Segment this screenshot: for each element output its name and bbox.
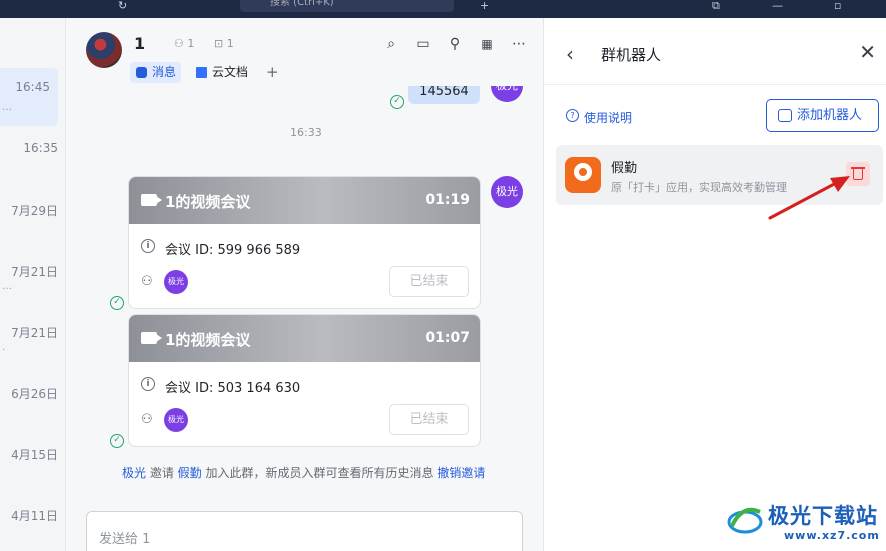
tab-messages[interactable]: 消息: [130, 62, 182, 83]
message-area: 145564 极光 ✓ 16:33 极光 1的视频会议 01:19 i 会议 I…: [66, 86, 543, 506]
read-check-icon: ✓: [110, 296, 124, 310]
conversation-time: 7月29日: [11, 204, 58, 218]
back-arrow-icon[interactable]: ‹: [566, 42, 574, 66]
question-icon: ?: [566, 109, 579, 122]
conversation-preview: …: [2, 102, 12, 113]
participants-icon: ⚇: [141, 412, 153, 427]
meeting-card-header: 1的视频会议 01:19: [129, 177, 480, 224]
help-link[interactable]: ? 使用说明: [566, 109, 632, 126]
sender-avatar[interactable]: 极光: [491, 86, 523, 102]
input-placeholder: 发送给 1: [99, 532, 151, 547]
conversation-time: 7月21日: [11, 265, 58, 279]
meeting-id: 会议 ID: 599 966 589: [165, 243, 301, 258]
calendar-icon[interactable]: ▦: [478, 35, 496, 53]
conversation-list: 16:45 … 16:35 7月29日 7月21日 … 7月21日 . 6月26…: [0, 18, 66, 551]
meeting-card[interactable]: 1的视频会议 01:19 i 会议 ID: 599 966 589 ⚇ 极光 已…: [128, 176, 481, 309]
conversation-time: 4月11日: [11, 509, 58, 523]
watermark-url: www.xz7.com: [784, 529, 880, 542]
robot-icon: ⊡: [214, 37, 224, 50]
video-camera-icon: [141, 194, 162, 206]
robot-icon: [778, 109, 792, 122]
timestamp: 16:33: [290, 126, 322, 139]
watermark-logo-icon: [727, 507, 763, 534]
target-link[interactable]: 假勤: [178, 466, 202, 480]
doc-icon: [196, 67, 207, 78]
conversation-preview: .: [2, 342, 6, 353]
app-window: ↻ 搜索 (Ctrl+K) + ⧉ — ▫ 16:45 … 16:35 7月29…: [0, 0, 886, 551]
conversation-item[interactable]: 7月21日 .: [0, 312, 66, 370]
video-icon[interactable]: ▭: [414, 35, 432, 53]
search-bar[interactable]: 搜索 (Ctrl+K): [240, 0, 454, 12]
meeting-ended-button: 已结束: [389, 266, 469, 297]
meeting-duration: 01:07: [425, 330, 470, 346]
conversation-item[interactable]: 4月11日: [0, 495, 66, 551]
maximize-icon[interactable]: ▫: [834, 0, 841, 12]
add-member-icon[interactable]: ⚲: [446, 35, 464, 53]
search-icon[interactable]: ⌕: [382, 35, 400, 53]
conversation-item[interactable]: 6月26日: [0, 373, 66, 431]
conversation-time: 6月26日: [11, 387, 58, 401]
meeting-duration: 01:19: [425, 192, 470, 208]
conversation-time: 16:35: [23, 141, 58, 155]
add-tab-button[interactable]: +: [266, 63, 279, 81]
members-icon: ⚇: [174, 37, 184, 50]
chat-header: 1 ⚇ 1 ⊡ 1 消息 云文档 + ⌕ ▭ ⚲ ▦ ⋯: [66, 18, 543, 86]
participant-avatar[interactable]: 极光: [164, 408, 188, 432]
conversation-item[interactable]: 7月29日: [0, 190, 66, 248]
revoke-invite-link[interactable]: 撤销邀请: [437, 466, 485, 480]
close-icon[interactable]: ✕: [859, 40, 876, 64]
participants-icon: ⚇: [141, 274, 153, 289]
search-text: 搜索 (Ctrl+K): [270, 0, 334, 8]
watermark-title: 极光下载站: [768, 504, 878, 528]
read-check-icon: ✓: [110, 434, 124, 448]
annotation-arrow: [768, 176, 850, 220]
more-icon[interactable]: ⋯: [510, 35, 528, 53]
group-avatar[interactable]: [86, 32, 122, 68]
conversation-time: 7月21日: [11, 326, 58, 340]
conversation-preview: …: [2, 281, 12, 292]
info-icon: i: [141, 239, 155, 253]
meeting-id: 会议 ID: 503 164 630: [165, 381, 301, 396]
conversation-item[interactable]: 16:35: [0, 129, 66, 187]
plus-icon[interactable]: +: [480, 0, 489, 12]
chat-panel: 1 ⚇ 1 ⊡ 1 消息 云文档 + ⌕ ▭ ⚲ ▦ ⋯ 145564 ✓ 16…: [66, 18, 543, 551]
read-check-icon: ✓: [390, 95, 404, 109]
message-icon: [136, 67, 147, 78]
sender-avatar[interactable]: 极光: [491, 176, 523, 208]
conversation-time: 4月15日: [11, 448, 58, 462]
actor-link[interactable]: 极光: [122, 466, 146, 480]
panel-title: 群机器人: [601, 46, 662, 64]
minimize-icon[interactable]: —: [772, 0, 783, 12]
bots-count[interactable]: ⊡ 1: [214, 37, 234, 50]
conversation-item[interactable]: 4月15日: [0, 434, 66, 492]
participant-avatar[interactable]: 极光: [164, 270, 188, 294]
divider: [544, 84, 886, 85]
info-icon: i: [141, 377, 155, 391]
screen-share-icon[interactable]: ⧉: [712, 0, 720, 12]
meeting-card-header: 1的视频会议 01:07: [129, 315, 480, 362]
bot-name: 假勤: [611, 161, 638, 176]
conversation-item[interactable]: 7月21日 …: [0, 251, 66, 309]
conversation-time: 16:45: [15, 80, 50, 94]
system-message: 极光 邀请 假勤 加入此群，新成员入群可查看所有历史消息 撤销邀请: [122, 466, 486, 480]
bot-avatar: [565, 157, 601, 193]
message-bubble[interactable]: 145564: [408, 86, 480, 104]
tab-cloud-docs[interactable]: 云文档: [190, 62, 253, 83]
title-bar: ↻ 搜索 (Ctrl+K) + ⧉ — ▫: [0, 0, 886, 18]
watermark: 极光下载站 www.xz7.com: [724, 496, 886, 551]
meeting-card[interactable]: 1的视频会议 01:07 i 会议 ID: 503 164 630 ⚇ 极光 已…: [128, 314, 481, 447]
conversation-item[interactable]: 16:45 …: [0, 68, 58, 126]
add-bot-button[interactable]: 添加机器人: [766, 99, 879, 132]
members-count[interactable]: ⚇ 1: [174, 37, 194, 50]
meeting-title: 1的视频会议: [165, 193, 251, 211]
chat-title[interactable]: 1: [134, 34, 145, 53]
bot-panel: ‹ 群机器人 ✕ ? 使用说明 添加机器人 假勤 原「打卡」应用，实现高效考勤管…: [543, 18, 886, 551]
meeting-ended-button: 已结束: [389, 404, 469, 435]
meeting-title: 1的视频会议: [165, 331, 251, 349]
video-camera-icon: [141, 332, 162, 344]
refresh-icon[interactable]: ↻: [118, 0, 127, 12]
message-input[interactable]: 发送给 1: [86, 511, 523, 551]
